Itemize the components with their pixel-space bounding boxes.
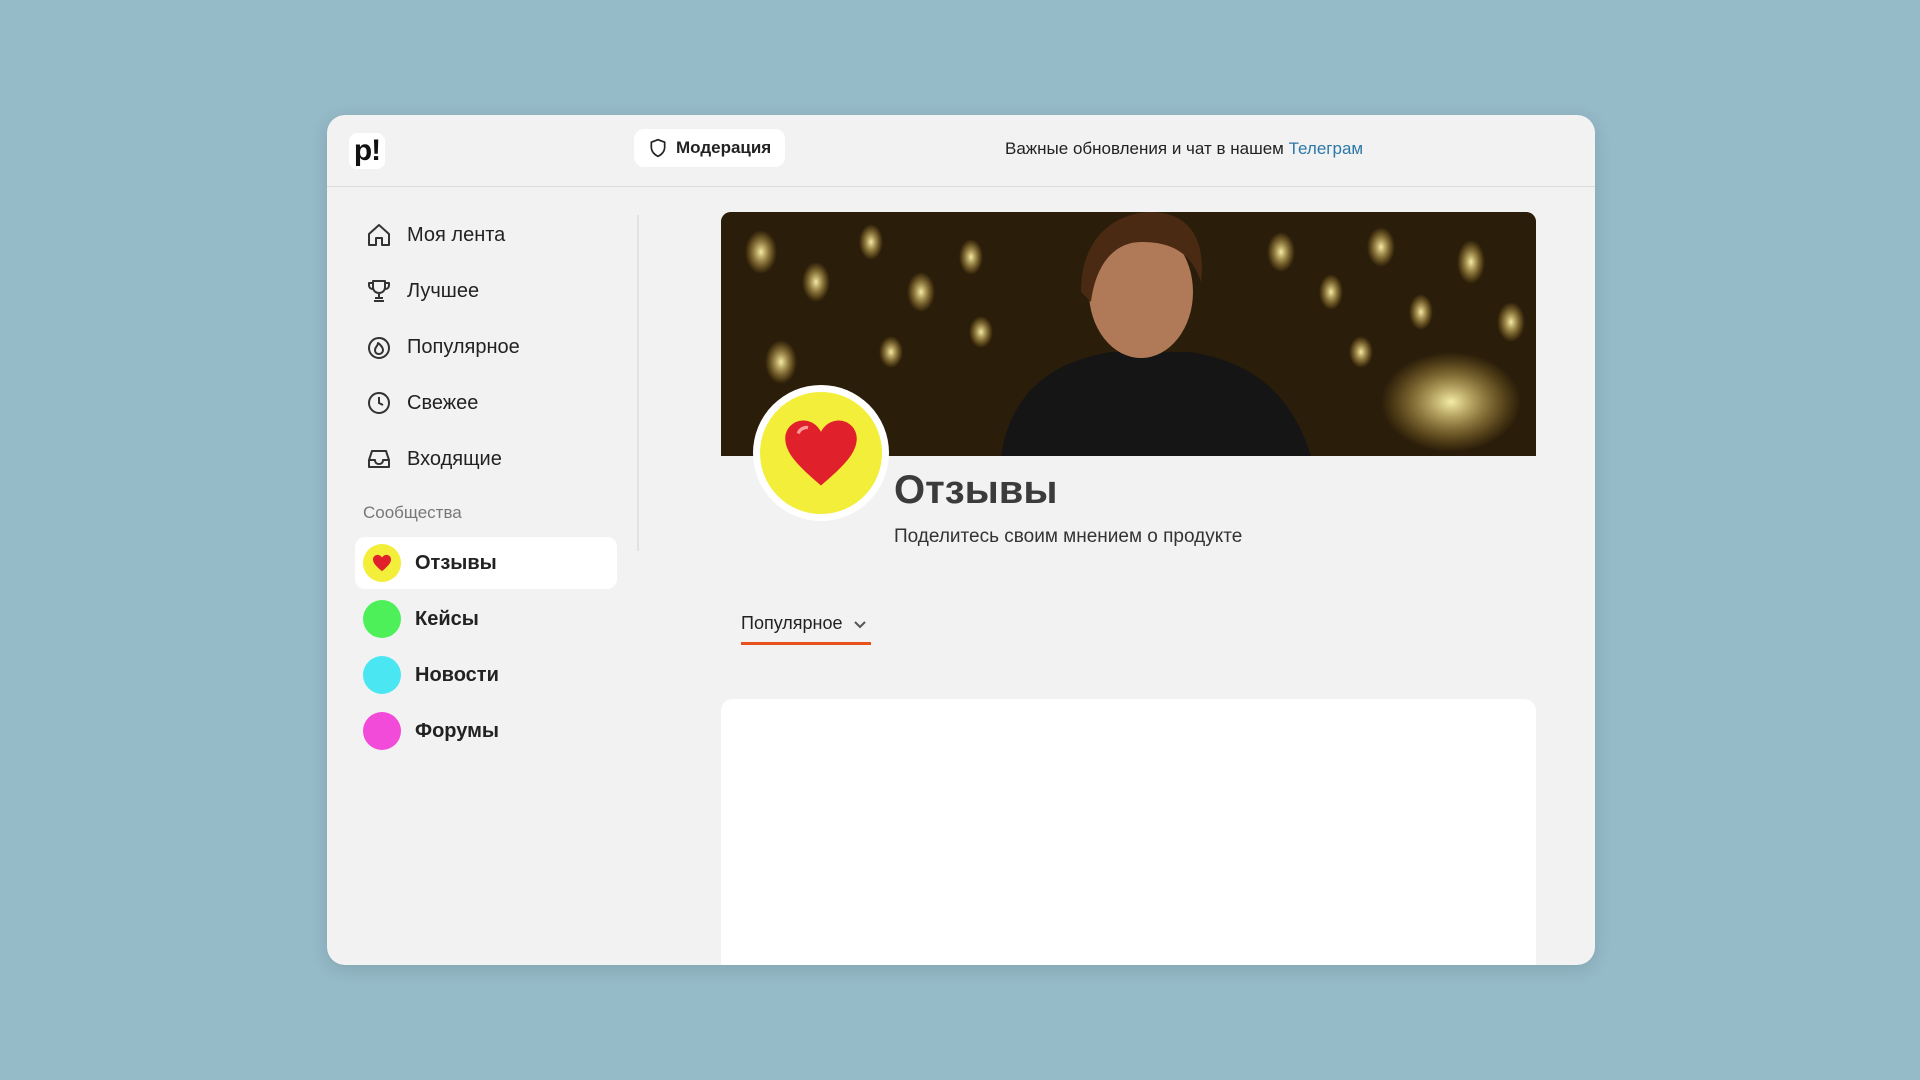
heart-icon [373,554,391,572]
community-item-news[interactable]: Новости [355,649,617,701]
community-item-reviews[interactable]: Отзывы [355,537,617,589]
avatar-inner [760,392,882,514]
chevron-down-icon [853,620,866,628]
nav-item-my-feed[interactable]: Моя лента [355,207,617,263]
trophy-icon [368,280,390,302]
nav-item-label: Популярное [407,335,520,358]
community-avatar-large [753,385,889,521]
sort-label: Популярное [741,613,843,633]
post-card[interactable] [721,699,1536,965]
nav-item-label: Лучшее [407,279,480,302]
heart-icon [785,420,857,486]
sort-dropdown[interactable]: Популярное [741,605,871,645]
nav-item-label: Моя лента [407,223,506,246]
inbox-icon [368,450,390,468]
nav-item-fresh[interactable]: Свежее [355,375,617,431]
community-title: Отзывы [894,468,1058,512]
logo[interactable]: p! [349,133,385,169]
community-description: Поделитесь своим мнением о продукте [894,526,1243,547]
announcement-text: Важные обновления и чат в нашем [1005,139,1289,158]
community-avatar [363,600,401,638]
community-avatar [363,544,401,582]
clock-icon [368,392,390,414]
app-window: p! Модерация Важные обновления и чат в н… [327,115,1595,965]
nav-item-label: Свежее [407,391,479,414]
top-bar: p! Модерация Важные обновления и чат в н… [327,115,1595,187]
nav-item-best[interactable]: Лучшее [355,263,617,319]
nav-item-label: Входящие [407,447,502,470]
community-item-cases[interactable]: Кейсы [355,593,617,645]
community-avatar [363,656,401,694]
community-label: Отзывы [415,551,497,574]
sidebar-divider [637,215,639,551]
announcement: Важные обновления и чат в нашем Телеграм [1005,139,1363,159]
nav-item-inbox[interactable]: Входящие [355,431,617,487]
telegram-link[interactable]: Телеграм [1289,139,1364,158]
community-avatar [363,712,401,750]
sidebar: Моя лента Лучшее Популярное Свежее Входя… [355,207,617,761]
moderation-label: Модерация [676,138,772,157]
shield-icon [650,138,666,158]
community-label: Кейсы [415,607,479,630]
community-item-forums[interactable]: Форумы [355,705,617,757]
community-label: Форумы [415,719,499,742]
communities-section-label: Сообщества [363,503,462,522]
moderation-button[interactable]: Модерация [634,129,786,167]
home-icon [368,224,390,246]
fire-icon [368,337,390,359]
nav-item-popular[interactable]: Популярное [355,319,617,375]
community-label: Новости [415,663,499,686]
